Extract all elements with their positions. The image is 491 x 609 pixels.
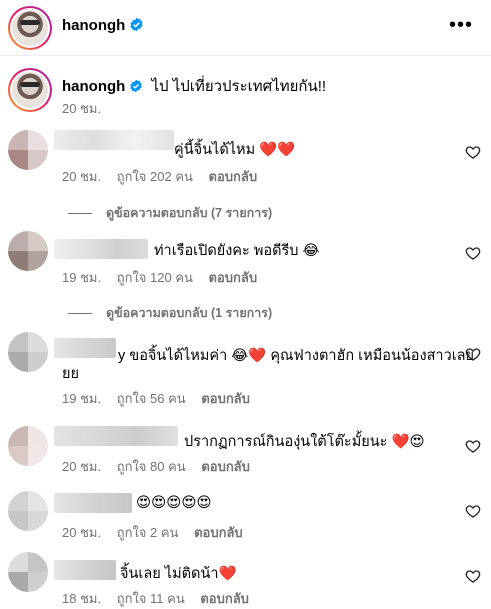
comment-text: 😍😍😍😍😍 <box>136 495 212 511</box>
reply-button[interactable]: ตอบกลับ <box>209 270 258 285</box>
comment-avatar[interactable] <box>8 426 48 466</box>
comment-username-blurred[interactable] <box>54 560 116 580</box>
comment-meta: 19 ชม. ถูกใจ 56 คน ตอบกลับ <box>62 388 262 409</box>
comment-meta: 19 ชม. ถูกใจ 120 คน ตอบกลับ <box>62 267 269 288</box>
reply-button[interactable]: ตอบกลับ <box>200 591 249 606</box>
reply-button[interactable]: ตอบกลับ <box>194 525 243 540</box>
verified-badge-icon <box>130 17 144 32</box>
comment-meta: 20 ชม. ถูกใจ 202 คน ตอบกลับ <box>62 166 269 187</box>
caption-username[interactable]: hanongh <box>62 78 125 95</box>
verified-badge-icon <box>130 79 143 93</box>
comment-text: ท่าเรือเปิดยังคะ พอดีรีบ 😂 <box>154 243 320 259</box>
reply-button[interactable]: ตอบกลับ <box>209 169 258 184</box>
comment-text: ปรากฏการณ์กินองุ่นใต้โต๊ะมั้ยนะ ❤️😍 <box>184 434 425 450</box>
heart-outline-icon[interactable] <box>465 568 481 584</box>
caption-text: hanongh ไป ไปเที่ยวประเทศไทยกัน!! <box>62 74 326 98</box>
comment-time: 20 ชม. <box>62 459 102 474</box>
reply-button[interactable]: ตอบกลับ <box>201 459 250 474</box>
comment-avatar[interactable] <box>8 332 48 372</box>
comment-time: 19 ชม. <box>62 270 102 285</box>
heart-outline-icon[interactable] <box>465 144 481 160</box>
comment-avatar[interactable] <box>8 130 48 170</box>
comment-avatar[interactable] <box>8 552 48 592</box>
comment-likes[interactable]: ถูกใจ 80 คน <box>117 459 186 474</box>
heart-outline-icon[interactable] <box>465 503 481 519</box>
comment-text: คู่นี้จิ้นได้ไหม ❤️❤️ <box>174 142 296 158</box>
comment-time: 18 ชม. <box>62 591 102 606</box>
profile-avatar[interactable] <box>8 6 52 50</box>
caption-body: ไป ไปเที่ยวประเทศไทยกัน!! <box>151 78 327 95</box>
more-options-icon[interactable]: ••• <box>449 14 473 37</box>
comment-text-continued: ยย <box>62 366 79 382</box>
post-header: hanongh ••• <box>0 0 491 56</box>
comment-likes[interactable]: ถูกใจ 2 คน <box>117 525 179 540</box>
comment-username-blurred[interactable] <box>54 493 132 513</box>
header-username[interactable]: hanongh <box>62 17 144 34</box>
comment-username-blurred[interactable] <box>54 130 174 150</box>
heart-outline-icon[interactable] <box>465 438 481 454</box>
comment-text: y ขอจิ้นได้ไหมค่า 😂❤️ คุณฟางตาฮัก เหมือน… <box>118 348 475 364</box>
comment-time: 20 ชม. <box>62 525 102 540</box>
header-username-text[interactable]: hanongh <box>62 17 125 34</box>
comment-username-blurred[interactable] <box>54 338 116 358</box>
view-replies-text[interactable]: ดูข้อความตอบกลับ (1 รายการ) <box>106 306 272 320</box>
comment-meta: 18 ชม. ถูกใจ 11 คน ตอบกลับ <box>62 588 261 609</box>
comment-likes[interactable]: ถูกใจ 11 คน <box>117 591 185 606</box>
view-replies-link[interactable]: ดูข้อความตอบกลับ (7 รายการ) <box>68 203 272 223</box>
caption-timestamp: 20 ชม. <box>62 101 102 116</box>
comment-avatar[interactable] <box>8 231 48 271</box>
reply-button[interactable]: ตอบกลับ <box>201 391 250 406</box>
comment-username-blurred[interactable] <box>54 239 148 259</box>
view-replies-text[interactable]: ดูข้อความตอบกลับ (7 รายการ) <box>106 206 272 220</box>
comment-time: 20 ชม. <box>62 169 102 184</box>
comment-meta: 20 ชม. ถูกใจ 2 คน ตอบกลับ <box>62 522 255 543</box>
caption-avatar[interactable] <box>8 68 52 112</box>
comment-likes[interactable]: ถูกใจ 202 คน <box>117 169 193 184</box>
comment-username-blurred[interactable] <box>54 426 178 446</box>
comment-likes[interactable]: ถูกใจ 120 คน <box>117 270 193 285</box>
comment-text: จิ้นเลย ไม่ติดน้า❤️ <box>120 566 237 582</box>
comment-likes[interactable]: ถูกใจ 56 คน <box>117 391 186 406</box>
heart-outline-icon[interactable] <box>465 245 481 261</box>
comment-avatar[interactable] <box>8 491 48 531</box>
view-replies-link[interactable]: ดูข้อความตอบกลับ (1 รายการ) <box>68 303 272 323</box>
comment-meta: 20 ชม. ถูกใจ 80 คน ตอบกลับ <box>62 456 262 477</box>
heart-outline-icon[interactable] <box>465 346 481 362</box>
comment-time: 19 ชม. <box>62 391 102 406</box>
